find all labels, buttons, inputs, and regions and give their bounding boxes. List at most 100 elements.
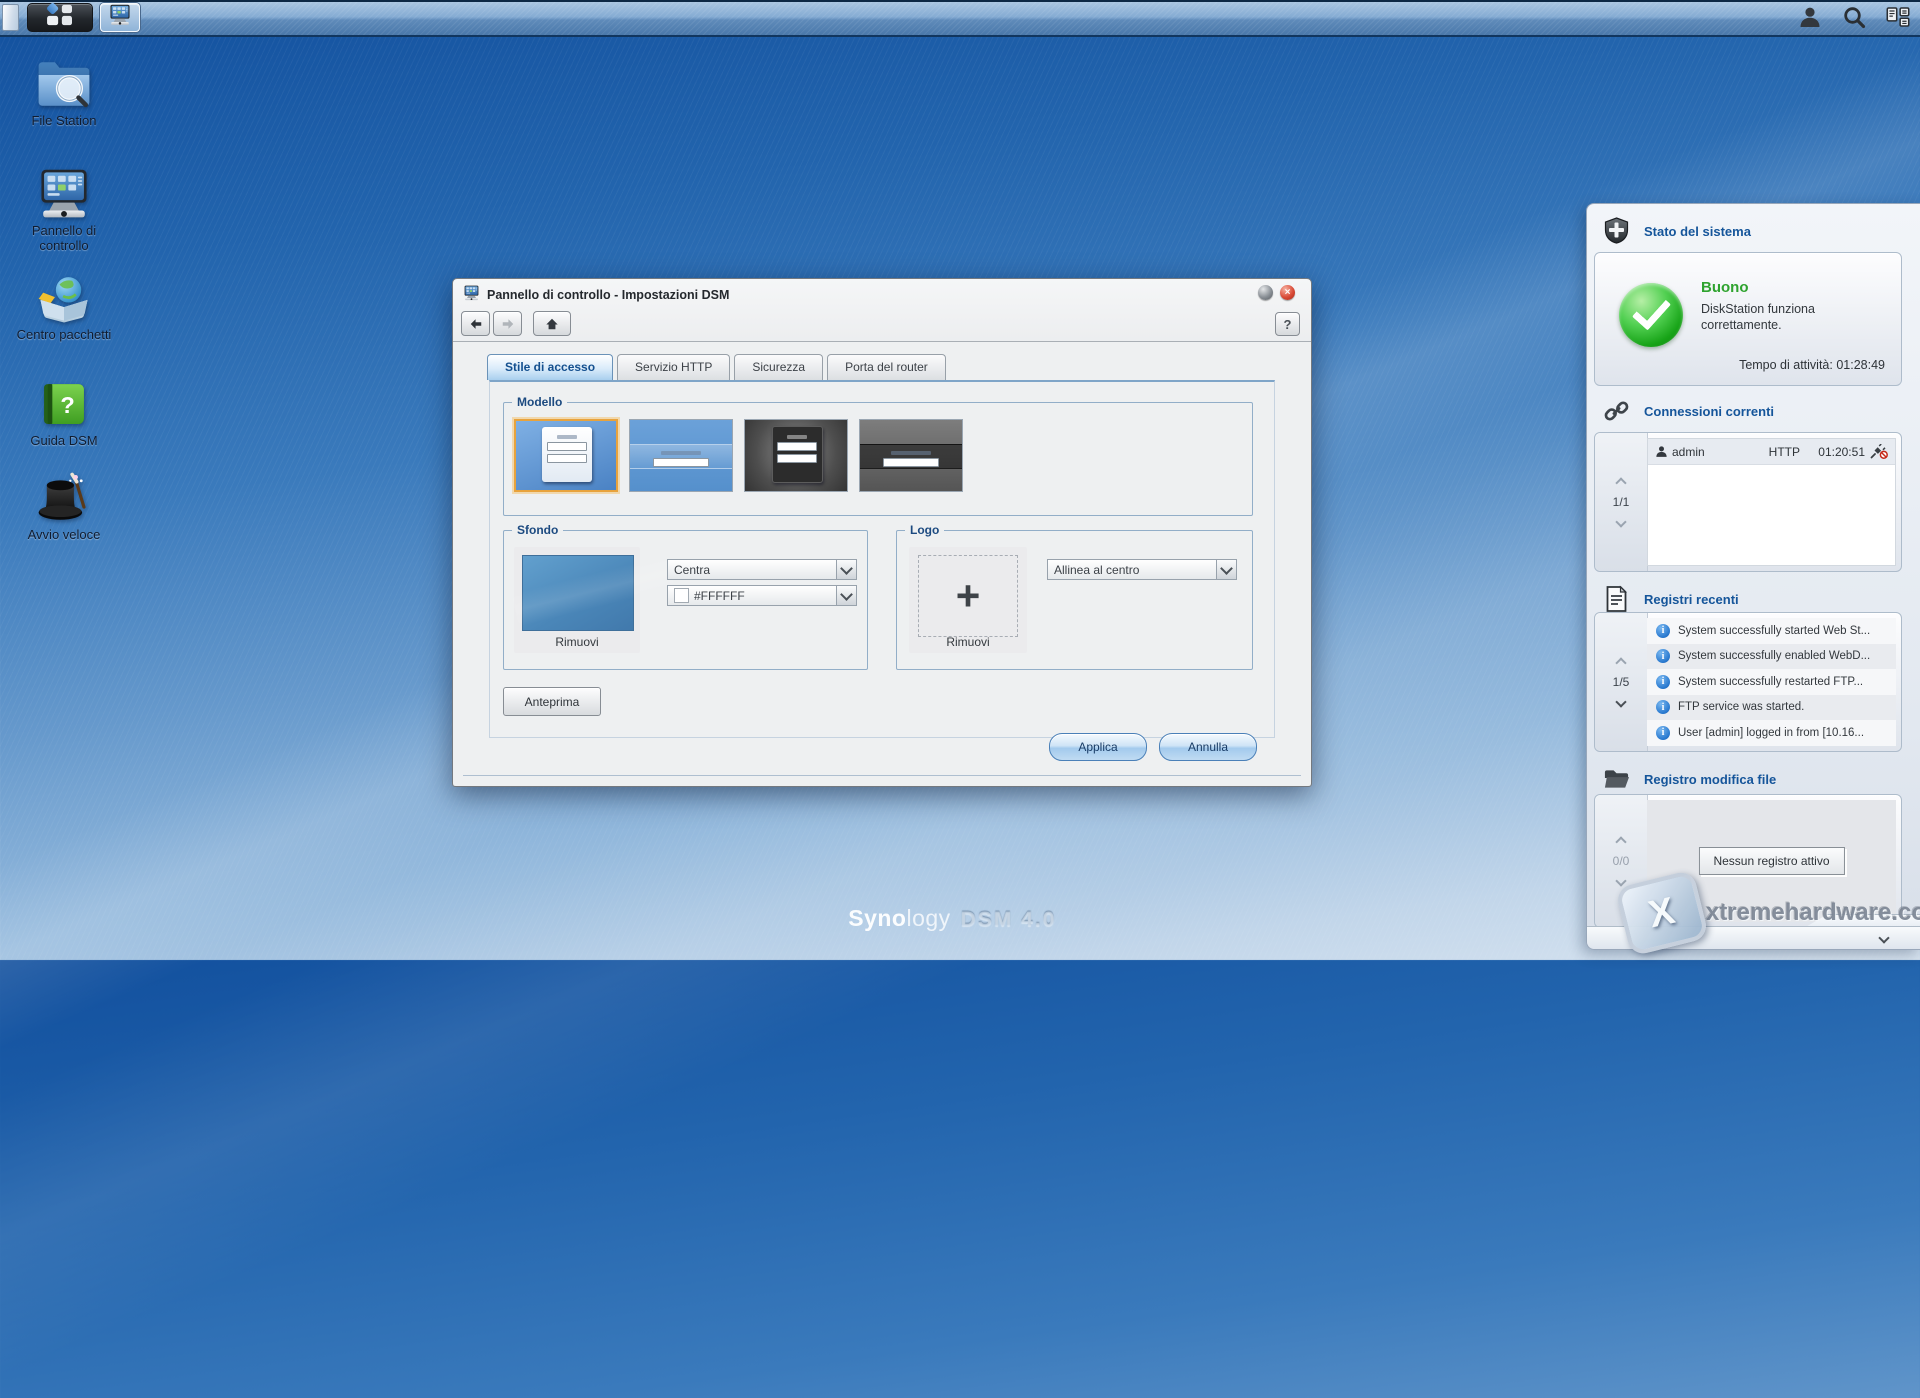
background-color-select[interactable]: #FFFFFF [667,585,857,606]
desktop-icon-file-station[interactable]: File Station [6,58,122,128]
connections-header: Connessioni correnti [1603,396,1913,426]
info-icon: i [1656,726,1670,740]
shield-icon [1603,217,1630,245]
help-button[interactable]: ? [1275,312,1300,336]
background-preview-box: Rimuovi [514,547,640,653]
cancel-button[interactable]: Annulla [1159,733,1257,761]
chevron-down-icon[interactable] [836,559,857,580]
no-active-log-button[interactable]: Nessun registro attivo [1698,847,1844,875]
select-value: Allinea al centro [1054,563,1139,577]
tab-router-port[interactable]: Porta del router [827,354,946,380]
main-menu-button[interactable] [27,3,93,32]
background-group: Sfondo Rimuovi Centra #FFFFFF [503,530,868,670]
login-template-blue-card[interactable] [514,419,618,492]
connection-row[interactable]: admin HTTP 01:20:51 [1648,439,1895,465]
pilot-view-icon[interactable] [1886,5,1910,29]
close-button[interactable]: × [1280,285,1295,300]
file-change-log-header: Registro modifica file [1603,764,1913,794]
group-title: Modello [512,395,567,409]
window-titlebar[interactable]: Pannello di controllo - Impostazioni DSM [463,285,729,304]
folder-icon [1603,765,1630,793]
login-template-blue-band[interactable] [629,419,733,492]
connection-duration: 01:20:51 [1805,445,1865,459]
package-center-icon [6,272,122,324]
preview-button[interactable]: Anteprima [503,687,601,716]
chevron-down-icon[interactable] [836,585,857,606]
page-indicator: 1/1 [1613,495,1630,509]
disconnect-icon[interactable] [1870,444,1888,459]
log-row[interactable]: iSystem successfully restarted FTP... [1647,669,1896,695]
page-up-icon[interactable] [1616,656,1626,666]
select-value: Centra [674,563,710,577]
page-down-icon[interactable] [1616,518,1626,528]
control-panel-window: Pannello di controllo - Impostazioni DSM… [452,278,1312,787]
color-swatch [674,588,689,603]
dsm-branding: Synology DSM 4.0 [848,905,1056,932]
background-thumbnail[interactable] [522,555,634,631]
log-row[interactable]: iSystem successfully enabled WebD... [1647,644,1896,670]
file-station-icon [6,58,122,110]
minimize-button[interactable] [1258,285,1273,300]
page-down-icon[interactable] [1616,698,1626,708]
document-icon [1603,585,1630,613]
desktop-icon-dsm-help[interactable]: Guida DSM [6,378,122,448]
search-icon[interactable] [1842,5,1866,29]
desktop-icon-package-center[interactable]: Centro pacchetti [6,272,122,342]
info-icon: i [1656,700,1670,714]
forward-button[interactable] [493,311,522,336]
login-band-preview [860,444,962,469]
login-band-preview [630,444,732,469]
desktop-icon-label: Centro pacchetti [6,327,122,342]
info-icon: i [1656,649,1670,663]
connections-pager: 1/1 [1595,433,1648,571]
tab-http-service[interactable]: Servizio HTTP [617,354,730,380]
desktop-icon-control-panel[interactable]: Pannello di controllo [6,168,122,253]
magic-hat-icon [6,472,122,524]
chevron-down-icon[interactable] [1216,559,1237,580]
page-down-icon[interactable] [1616,877,1626,887]
logo-align-select[interactable]: Allinea al centro [1047,559,1237,580]
log-row[interactable]: iUser [admin] logged in from [10.16... [1647,720,1896,746]
link-icon [1603,397,1630,425]
remove-background-link[interactable]: Rimuovi [514,635,640,649]
info-icon: i [1656,624,1670,638]
login-card-preview [542,427,592,482]
page-up-icon[interactable] [1616,476,1626,486]
tab-login-style[interactable]: Stile di accesso [487,354,613,380]
uptime-label: Tempo di attività: 01:28:49 [1739,358,1885,372]
connection-protocol: HTTP [1769,445,1800,459]
system-health-header: Stato del sistema [1603,216,1913,246]
window-body: Stile di accesso Servizio HTTP Sicurezza… [453,341,1311,786]
desktop-icon-label: Guida DSM [6,433,122,448]
add-logo-button[interactable]: + [918,555,1018,637]
back-button[interactable] [461,311,490,336]
app-grid-icon [44,3,76,32]
home-button[interactable] [533,311,571,336]
log-row[interactable]: iFTP service was started. [1647,695,1896,721]
health-description: DiskStation funziona correttamente. [1701,301,1881,333]
tab-security[interactable]: Sicurezza [734,354,823,380]
collapse-widget-icon[interactable] [1879,934,1889,944]
remove-logo-link[interactable]: Rimuovi [909,635,1027,649]
background-position-select[interactable]: Centra [667,559,857,580]
user-account-icon[interactable] [1798,5,1822,29]
logo-upload-box: + Rimuovi [909,547,1027,653]
file-log-empty-area: Nessun registro attivo [1647,800,1896,922]
show-desktop-button[interactable] [2,4,19,31]
login-template-dark-band[interactable] [859,419,963,492]
window-title: Pannello di controllo - Impostazioni DSM [487,288,729,302]
desktop-icon-label: File Station [6,113,122,128]
taskbar-item-control-panel[interactable] [100,3,140,32]
apply-button[interactable]: Applica [1049,733,1147,761]
select-value: #FFFFFF [694,589,745,603]
login-template-dark-card[interactable] [744,419,848,492]
connection-user: admin [1672,445,1705,459]
login-card-preview [772,426,823,483]
file-log-pager: 0/0 [1595,795,1648,927]
page-indicator: 0/0 [1613,854,1630,868]
page-up-icon[interactable] [1616,835,1626,845]
desktop-icon-quick-start[interactable]: Avvio veloce [6,472,122,542]
log-row[interactable]: iSystem successfully started Web St... [1647,618,1896,644]
footer-divider [463,775,1301,776]
widget-footer [1587,926,1920,949]
